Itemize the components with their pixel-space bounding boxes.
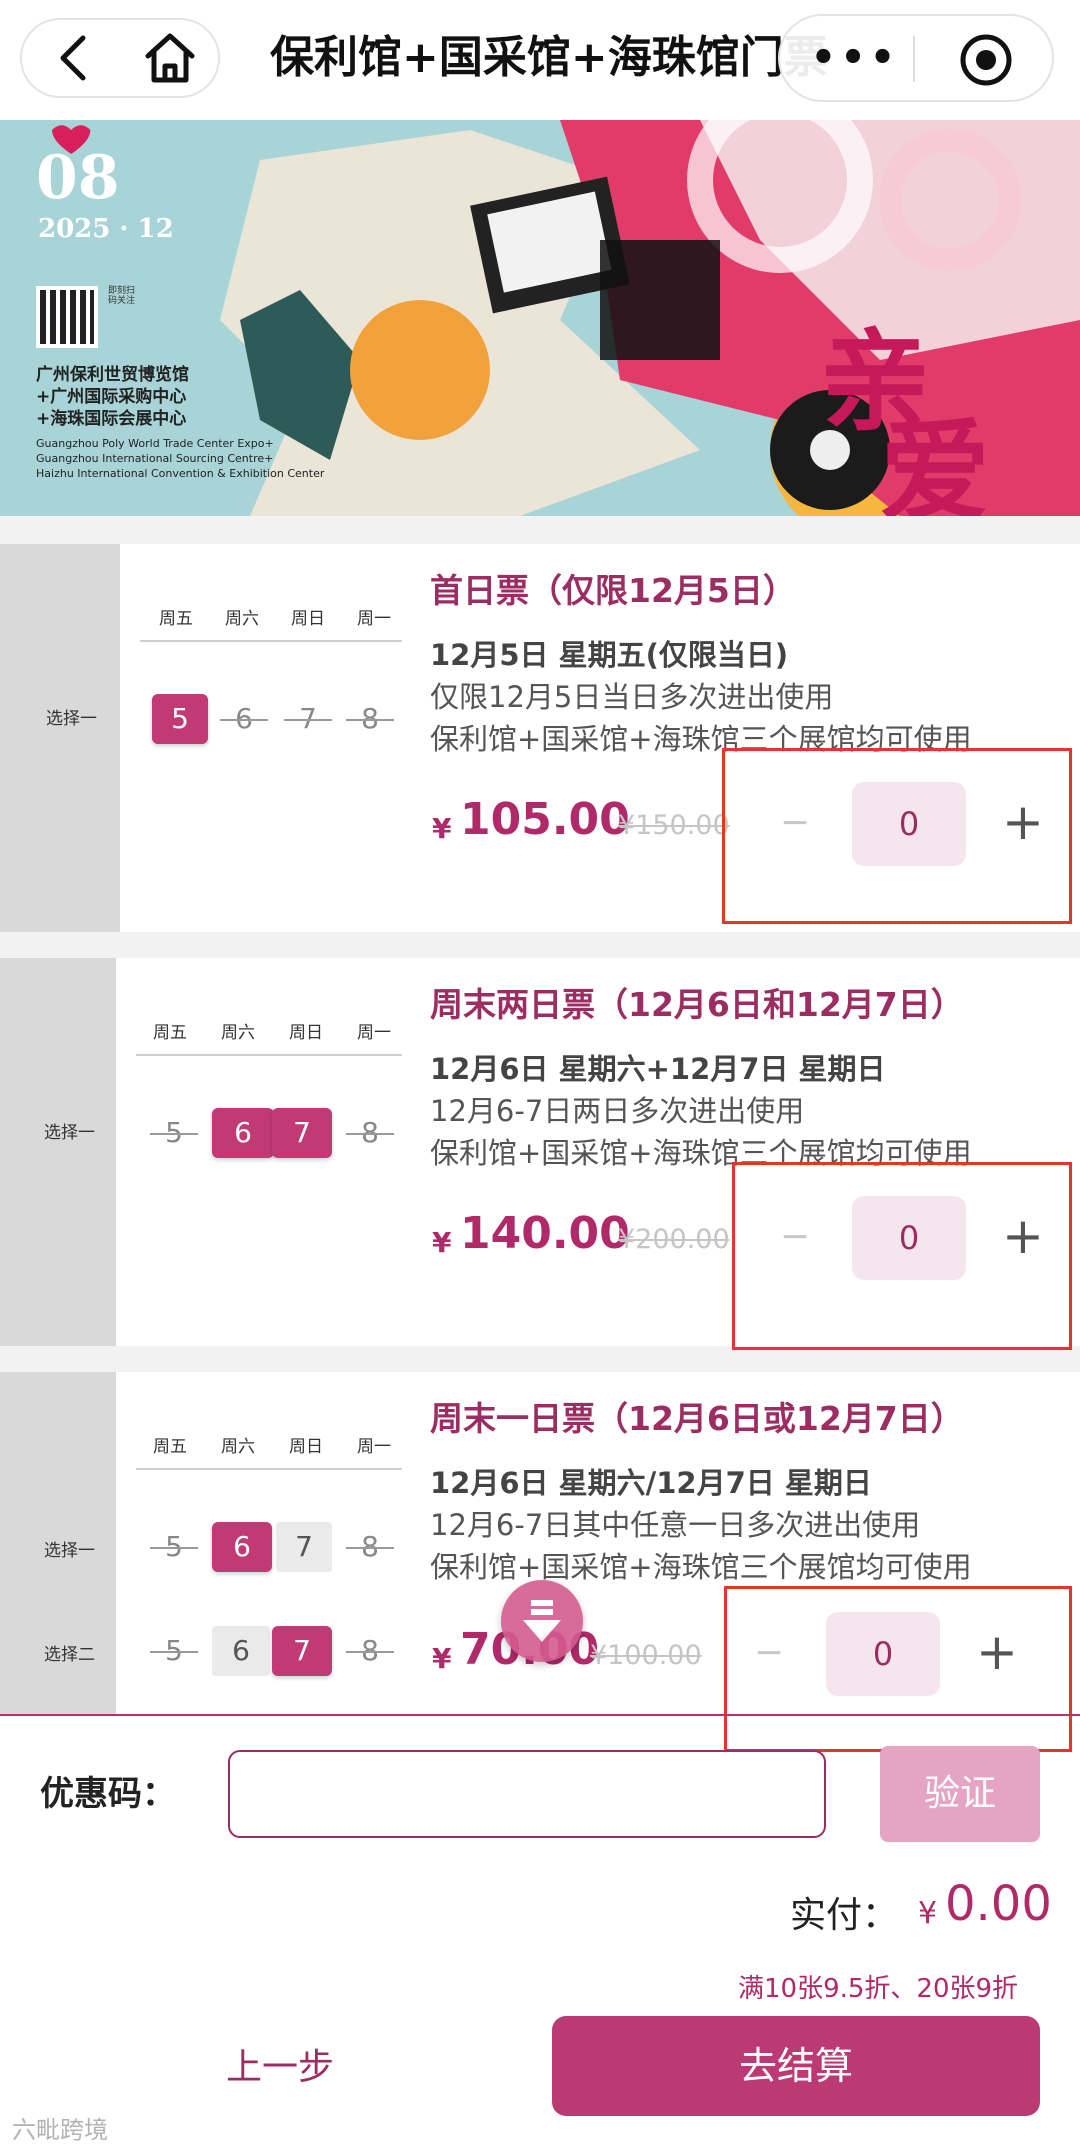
ticket-date: 12月6日 星期六/12月7日 星期日: [430, 1466, 872, 1500]
amount-due-label: 实付：: [790, 1895, 899, 1936]
banner-venue-line: +广州国际采购中心: [36, 387, 187, 407]
ticket-card-first-day: 选择一 周五 周六 周日 周一 5 6 7 8 首日票（仅限12月5日） 12月…: [0, 544, 1080, 932]
ticket-title: 首日票（仅限12月5日）: [430, 571, 796, 610]
weekday-sun: 周日: [289, 1437, 323, 1457]
scroll-down-button[interactable]: [501, 1580, 583, 1662]
day-5-unavailable: 5: [146, 1626, 202, 1676]
back-icon[interactable]: [45, 28, 105, 88]
bulk-discount-note: 满10张9.5折、20张9折: [738, 1974, 1019, 2004]
checkout-panel: 优惠码： 验证 实付： ¥ 0.00 满10张9.5折、20张9折 上一步 去结…: [0, 1714, 1080, 2144]
option-label: 选择一: [46, 709, 97, 729]
ticket-date: 12月6日 星期六+12月7日 星期日: [430, 1052, 886, 1086]
option-sidebar: [0, 544, 120, 932]
banner-venue-en-line: Guangzhou Poly World Trade Center Expo+: [36, 437, 274, 450]
banner-date-year: 2025 · 12: [38, 214, 174, 244]
original-price: ¥150.00: [618, 810, 730, 841]
top-nav-bar: 保利馆+国采馆+海珠馆门票 •••: [0, 0, 1080, 120]
weekday-fri: 周五: [159, 609, 193, 629]
option-label-2: 选择二: [44, 1645, 95, 1665]
ticket-desc: 12月6-7日其中任意一日多次进出使用: [430, 1508, 921, 1542]
banner-date-day: 08: [36, 143, 120, 213]
svg-text:爱: 爱: [880, 408, 990, 516]
day-7-unavailable: 7: [280, 694, 336, 744]
option-label-1: 选择一: [44, 1541, 95, 1561]
ticket-desc: 仅限12月5日当日多次进出使用: [430, 680, 834, 714]
banner-venue-line: 广州保利世贸博览馆: [36, 365, 189, 385]
weekday-divider: [136, 1468, 402, 1470]
currency-symbol: ¥: [432, 1226, 452, 1259]
highlight-frame: [722, 748, 1072, 924]
day-8-unavailable: 8: [342, 1108, 398, 1158]
banner-venue-en-line: Guangzhou International Sourcing Centre+: [36, 452, 274, 465]
day-5-unavailable: 5: [146, 1522, 202, 1572]
ticket-purchase-page: 保利馆+国采馆+海珠馆门票 ••• 亲 爱 08 2025 · 12 即刻扫码关…: [0, 0, 1080, 2144]
ticket-card-weekend-one-day: 选择一 选择二 周五 周六 周日 周一 5 6 7 8 5 6 7 8 周末一日…: [0, 1372, 1080, 1714]
day-8-unavailable: 8: [342, 1626, 398, 1676]
day-7-selected[interactable]: 7: [272, 1626, 332, 1676]
coupon-label: 优惠码：: [40, 1774, 176, 1814]
weekday-divider: [140, 640, 402, 642]
weekday-fri: 周五: [153, 1437, 187, 1457]
ticket-title: 周末两日票（12月6日和12月7日）: [430, 985, 964, 1024]
currency-symbol: ¥: [432, 1642, 452, 1675]
option-sidebar: [0, 958, 116, 1346]
close-miniprogram-icon[interactable]: [958, 32, 1014, 88]
banner-venue-en-line: Haizhu International Convention & Exhibi…: [36, 467, 325, 480]
day-7-option[interactable]: 7: [276, 1522, 332, 1572]
ticket-date: 12月5日 星期五(仅限当日): [430, 638, 789, 672]
capsule-divider: [913, 36, 915, 82]
weekday-sun: 周日: [289, 1023, 323, 1043]
banner-venue-en: Guangzhou Poly World Trade Center Expo+ …: [36, 436, 324, 481]
verify-coupon-button[interactable]: 验证: [880, 1746, 1040, 1842]
banner-venue-cn: 广州保利世贸博览馆 +广州国际采购中心 +海珠国际会展中心: [36, 364, 189, 430]
day-7-selected[interactable]: 7: [272, 1108, 332, 1158]
amount-currency: ¥: [918, 1896, 938, 1931]
day-8-unavailable: 8: [342, 1522, 398, 1572]
page-title: 保利馆+国采馆+海珠馆门票: [270, 32, 828, 83]
banner-venue-line: +海珠国际会展中心: [36, 409, 187, 429]
day-6-option[interactable]: 6: [212, 1626, 270, 1676]
original-price: ¥200.00: [618, 1224, 730, 1255]
checkout-button[interactable]: 去结算: [552, 2016, 1040, 2116]
amount-due-value: 0.00: [945, 1876, 1052, 1932]
original-price: ¥100.00: [590, 1640, 702, 1671]
weekday-sat: 周六: [221, 1437, 255, 1457]
watermark: 六毗跨境: [12, 2116, 108, 2144]
ticket-card-weekend-two-day: 选择一 周五 周六 周日 周一 5 6 7 8 周末两日票（12月6日和12月7…: [0, 958, 1080, 1350]
weekday-sun: 周日: [291, 609, 325, 629]
home-icon[interactable]: [138, 26, 202, 90]
day-5-unavailable: 5: [146, 1108, 202, 1158]
more-menu-button[interactable]: •••: [810, 30, 900, 86]
day-6-selected[interactable]: 6: [212, 1522, 272, 1572]
option-label: 选择一: [44, 1123, 95, 1143]
day-6-unavailable: 6: [216, 694, 272, 744]
weekday-mon: 周一: [357, 609, 391, 629]
currency-symbol: ¥: [432, 812, 452, 845]
ticket-title: 周末一日票（12月6日或12月7日）: [430, 1399, 964, 1438]
weekday-sat: 周六: [225, 609, 259, 629]
day-6-selected[interactable]: 6: [212, 1108, 274, 1158]
banner-qr-note: 即刻扫码关注: [108, 286, 136, 306]
weekday-fri: 周五: [153, 1023, 187, 1043]
weekday-mon: 周一: [357, 1437, 391, 1457]
ticket-price: 105.00: [460, 794, 630, 845]
ticket-desc: 12月6-7日两日多次进出使用: [430, 1094, 805, 1128]
day-5-selected[interactable]: 5: [152, 694, 208, 744]
weekday-divider: [136, 1054, 402, 1056]
day-8-unavailable: 8: [342, 694, 398, 744]
ticket-price: 140.00: [460, 1208, 630, 1259]
weekday-mon: 周一: [357, 1023, 391, 1043]
coupon-code-input[interactable]: [228, 1750, 826, 1838]
arrow-down-icon: [523, 1600, 561, 1642]
highlight-frame: [732, 1162, 1072, 1350]
weekday-sat: 周六: [221, 1023, 255, 1043]
highlight-frame: [724, 1586, 1072, 1714]
event-banner: 亲 爱 08 2025 · 12 即刻扫码关注 广州保利世贸博览馆 +广州国际采…: [0, 120, 1080, 516]
banner-qr-code: [36, 286, 98, 348]
previous-step-button[interactable]: 上一步: [180, 2018, 380, 2118]
